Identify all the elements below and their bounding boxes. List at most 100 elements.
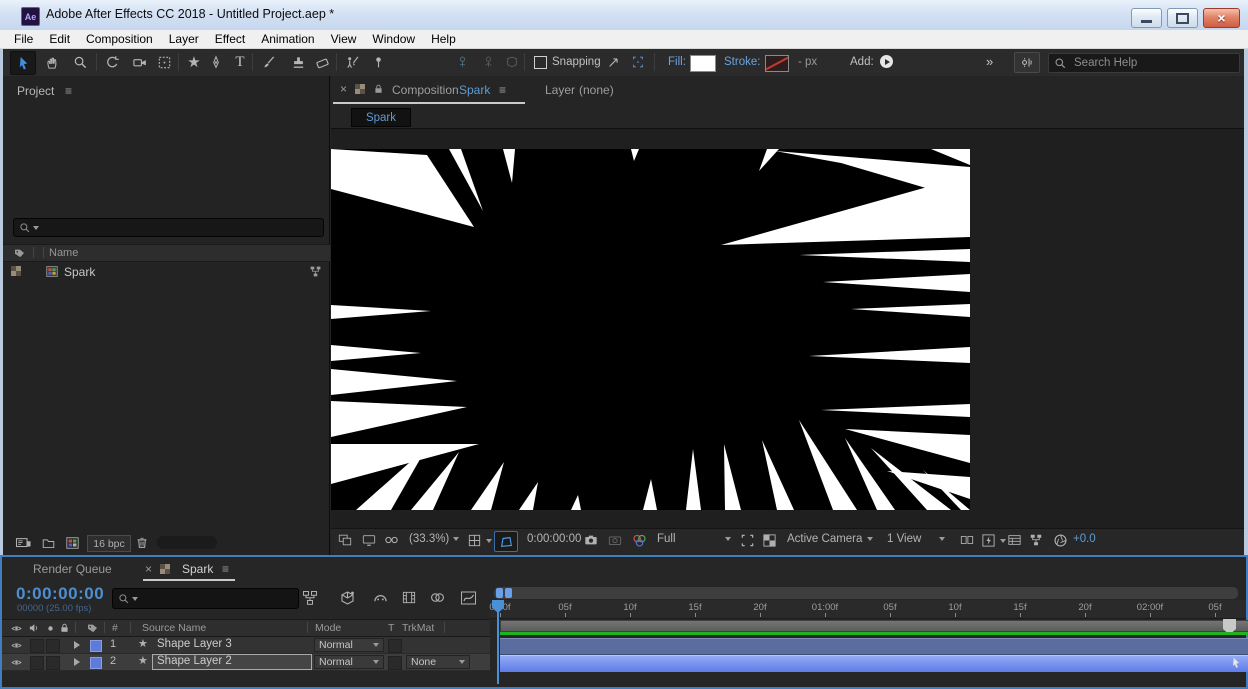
take-snapshot-button[interactable] <box>583 533 599 547</box>
main-viewer-button[interactable] <box>361 533 377 547</box>
layer-bar-2[interactable] <box>500 655 1248 672</box>
brush-tool-button[interactable] <box>256 51 280 73</box>
blend-mode-dropdown[interactable]: Normal <box>314 655 384 669</box>
puppet-bend-pin-button[interactable] <box>500 51 524 73</box>
snap-along-edges-button[interactable] <box>602 51 626 73</box>
layer-bar-1[interactable] <box>500 638 1248 655</box>
pan-behind-tool-button[interactable] <box>152 51 176 73</box>
navigator-end-handle[interactable] <box>505 588 512 598</box>
puppet-pin-tool-button[interactable] <box>366 51 390 73</box>
workspace-switcher-button[interactable] <box>1014 52 1040 73</box>
project-search-box[interactable] <box>13 218 324 237</box>
eye-icon[interactable] <box>10 623 23 634</box>
rotation-tool-button[interactable] <box>100 51 124 73</box>
composition-tab-label[interactable]: Composition <box>392 83 459 97</box>
layer-row-1[interactable]: 1 ★ Shape Layer 3 Normal <box>2 637 490 654</box>
snap-to-features-button[interactable] <box>626 51 650 73</box>
puppet-position-pin-button[interactable] <box>450 51 474 73</box>
composition-tab-name[interactable]: Spark <box>459 83 490 97</box>
viewer-timecode[interactable]: 0:00:00:00 <box>527 533 581 545</box>
solo-cell[interactable] <box>46 656 60 670</box>
help-search-box[interactable] <box>1048 53 1240 73</box>
roto-brush-tool-button[interactable] <box>340 51 364 73</box>
lock-icon[interactable] <box>59 622 70 634</box>
render-queue-tab[interactable]: Render Queue <box>33 562 112 576</box>
work-area-bar[interactable] <box>500 620 1248 632</box>
menu-help[interactable]: Help <box>423 32 464 46</box>
timeline-comp-tab[interactable]: Spark <box>182 562 213 576</box>
project-item-spark[interactable]: Spark <box>3 262 330 281</box>
preserve-transparency-column-header[interactable]: T <box>388 622 394 634</box>
minimize-button[interactable] <box>1131 8 1162 28</box>
panel-menu-icon[interactable]: ≡ <box>65 84 72 98</box>
navigator-start-handle[interactable] <box>496 588 503 598</box>
name-column-header[interactable]: Name <box>49 247 78 259</box>
draft-3d-button[interactable] <box>339 590 356 607</box>
preserve-transparency-checkbox[interactable] <box>388 639 402 653</box>
trkmat-dropdown[interactable]: None <box>406 655 470 669</box>
stroke-width-value[interactable]: - px <box>798 56 817 68</box>
folder-icon[interactable] <box>41 537 56 550</box>
timeline-button[interactable] <box>1007 533 1022 547</box>
audio-cell[interactable] <box>30 656 44 670</box>
toolbar-overflow-button[interactable]: » <box>986 54 992 69</box>
comp-viewer[interactable] <box>331 128 1244 529</box>
help-search-input[interactable] <box>1072 56 1226 70</box>
region-of-interest-button[interactable] <box>740 533 755 548</box>
show-channel-button[interactable] <box>631 533 648 548</box>
menu-animation[interactable]: Animation <box>253 32 322 46</box>
composition-canvas[interactable] <box>331 149 970 510</box>
hand-tool-button[interactable] <box>40 51 64 73</box>
new-composition-icon[interactable] <box>65 536 80 550</box>
project-column-header[interactable]: Name <box>3 244 330 262</box>
lock-icon[interactable] <box>373 83 384 95</box>
pixel-aspect-button[interactable] <box>959 533 975 547</box>
layer-row-2[interactable]: 2 ★ Shape Layer 2 Normal None <box>2 654 490 671</box>
solo-icon[interactable] <box>45 623 56 634</box>
mini-flowchart-button[interactable] <box>302 590 318 606</box>
timeline-search-box[interactable] <box>112 588 299 609</box>
layer-name[interactable]: Shape Layer 3 <box>157 638 232 650</box>
transparency-grid-button[interactable] <box>762 533 777 548</box>
fast-previews-button[interactable] <box>981 533 1006 548</box>
layer-tab-label[interactable]: Layer <box>545 83 575 97</box>
eraser-tool-button[interactable] <box>310 51 334 73</box>
project-panel-tab[interactable]: Project <box>17 84 54 98</box>
puppet-starch-pin-button[interactable] <box>476 51 500 73</box>
expand-arrow-icon[interactable] <box>74 641 80 649</box>
audio-cell[interactable] <box>30 639 44 653</box>
title-bar[interactable]: Ae Adobe After Effects CC 2018 - Untitle… <box>0 0 1248 31</box>
eye-icon[interactable] <box>10 640 23 651</box>
menu-view[interactable]: View <box>323 32 365 46</box>
layer-color-swatch[interactable] <box>90 657 102 669</box>
layer-color-swatch[interactable] <box>90 640 102 652</box>
reset-exposure-button[interactable] <box>1053 533 1068 548</box>
show-snapshot-button[interactable] <box>607 533 623 547</box>
trkmat-column-header[interactable]: TrkMat <box>402 622 434 634</box>
snapping-checkbox[interactable] <box>534 56 547 69</box>
layer-name[interactable]: Shape Layer 2 <box>157 655 232 667</box>
current-time-display[interactable]: 0:00:00:00 <box>16 584 104 604</box>
menu-edit[interactable]: Edit <box>41 32 78 46</box>
menu-effect[interactable]: Effect <box>207 32 253 46</box>
clone-stamp-tool-button[interactable] <box>286 51 310 73</box>
close-tab-icon[interactable]: × <box>340 82 347 96</box>
zoom-tool-button[interactable] <box>68 51 92 73</box>
project-item-name[interactable]: Spark <box>64 265 95 279</box>
stroke-color-swatch[interactable] <box>765 55 789 72</box>
time-ruler[interactable]: 0:00f05f10f15f20f01:00f05f10f15f20f02:00… <box>490 600 1246 619</box>
menu-layer[interactable]: Layer <box>161 32 207 46</box>
comp-flowchart-button[interactable] <box>1029 533 1043 547</box>
camera-tool-button[interactable] <box>128 51 152 73</box>
motion-blur-button[interactable] <box>429 590 446 605</box>
stroke-label[interactable]: Stroke: <box>724 56 760 68</box>
resolution-dropdown[interactable]: Full <box>657 533 731 545</box>
hide-shy-layers-button[interactable] <box>372 590 389 605</box>
comp-breadcrumb-button[interactable]: Spark <box>351 108 411 127</box>
blend-mode-dropdown[interactable]: Normal <box>314 638 384 652</box>
selection-tool-button[interactable] <box>10 51 36 75</box>
bit-depth-button[interactable]: 16 bpc <box>87 535 131 552</box>
toggle-mask-visibility-button[interactable] <box>494 531 518 552</box>
expand-arrow-icon[interactable] <box>74 658 80 666</box>
fill-label[interactable]: Fill: <box>668 56 686 68</box>
